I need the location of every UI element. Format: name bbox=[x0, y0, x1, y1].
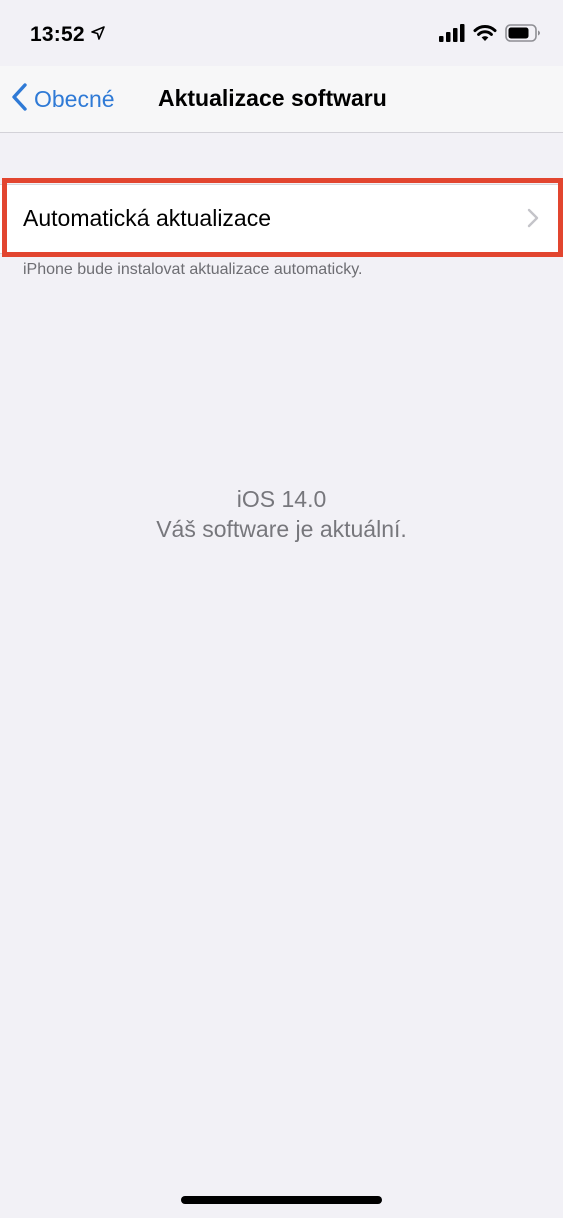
back-button-label: Obecné bbox=[34, 85, 115, 112]
navigation-bar: Obecné Aktualizace softwaru bbox=[0, 66, 563, 133]
chevron-right-icon bbox=[527, 208, 539, 233]
automatic-updates-footnote: iPhone bude instalovat aktualizace autom… bbox=[23, 261, 363, 278]
chevron-left-icon bbox=[10, 82, 28, 117]
location-arrow-icon bbox=[90, 25, 105, 45]
version-info: iOS 14.0 Váš software je aktuální. bbox=[0, 484, 563, 544]
back-button[interactable]: Obecné bbox=[10, 80, 115, 118]
update-status: Váš software je aktuální. bbox=[156, 516, 407, 542]
page-title: Aktualizace softwaru bbox=[158, 85, 387, 111]
status-time: 13:52 bbox=[30, 23, 85, 46]
automatic-updates-row[interactable]: Automatická aktualizace bbox=[0, 185, 563, 253]
home-indicator[interactable] bbox=[181, 1196, 382, 1204]
status-bar: 13:52 bbox=[0, 0, 563, 66]
screen: 13:52 Obecné Aktualizace softwaru Automa… bbox=[0, 0, 563, 1218]
cellular-signal-icon bbox=[439, 23, 465, 47]
battery-icon bbox=[505, 23, 541, 47]
wifi-icon bbox=[473, 24, 497, 47]
status-indicators bbox=[439, 22, 541, 48]
automatic-updates-label: Automatická aktualizace bbox=[23, 205, 272, 231]
status-time-group: 13:52 bbox=[30, 20, 105, 50]
settings-group: Automatická aktualizace bbox=[0, 184, 563, 254]
os-version: iOS 14.0 bbox=[236, 486, 327, 512]
